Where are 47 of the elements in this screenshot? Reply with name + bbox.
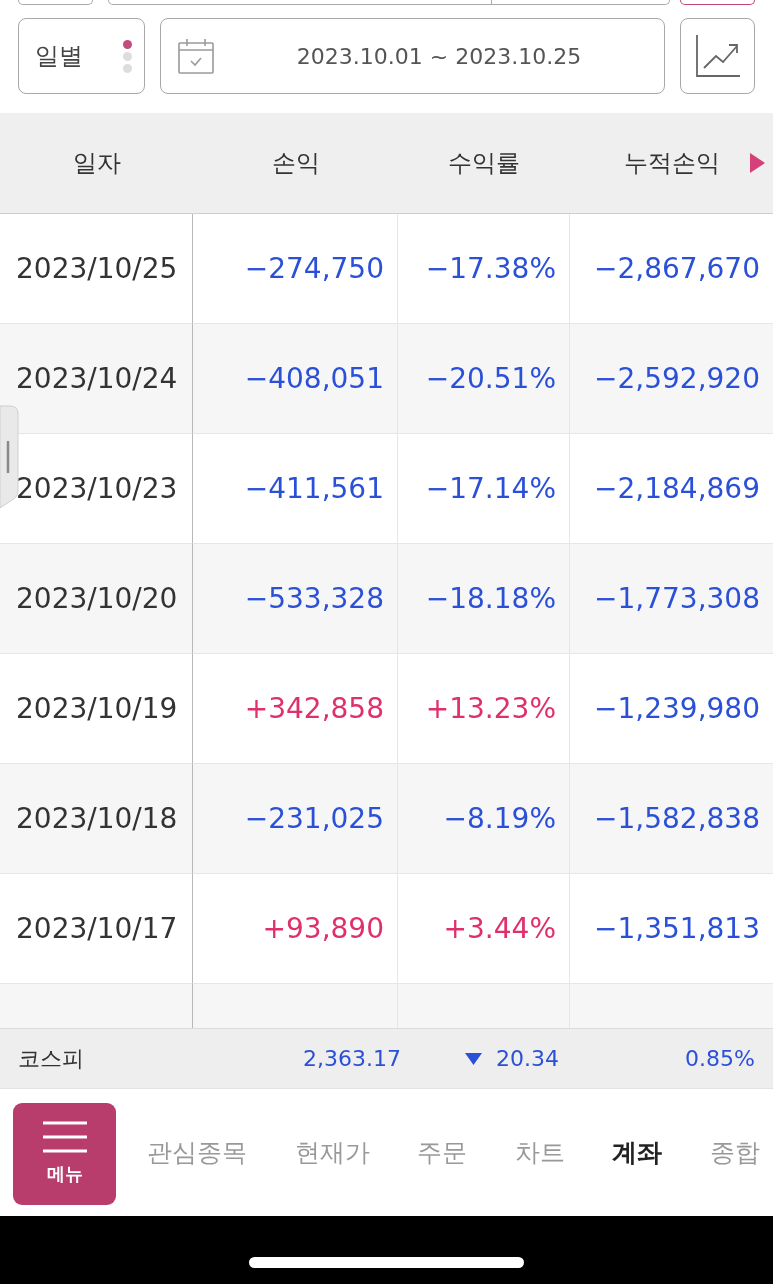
table-cell: −533,328 <box>193 544 398 654</box>
index-value: 2,363.17 <box>303 1046 401 1071</box>
table-cell: 2023/10/18 <box>0 764 193 874</box>
table-cell: −1,773,308 <box>570 544 773 654</box>
column-header: 손익 <box>271 149 320 177</box>
nav-tab[interactable]: 주문 <box>417 1136 468 1169</box>
table-cell: +342,858 <box>193 654 398 764</box>
table-cell: −20.51% <box>398 324 570 434</box>
calendar-icon <box>178 38 214 74</box>
table-cell: −231,025 <box>193 764 398 874</box>
side-handle[interactable] <box>0 405 19 509</box>
right-triangle-icon[interactable] <box>750 153 765 173</box>
index-name: 코스피 <box>18 1044 84 1073</box>
table-cell: −17.38% <box>398 214 570 324</box>
index-change-rate: 0.85% <box>685 1046 755 1071</box>
nav-tab[interactable]: 종합 <box>709 1136 760 1169</box>
table-cell: −2,592,920 <box>570 324 773 434</box>
nav-tab[interactable]: 현재가 <box>294 1136 370 1169</box>
table-cell: +93,890 <box>193 874 398 984</box>
table-cell: 2023/10/17 <box>0 874 193 984</box>
table-cell: 2023/10/24 <box>0 324 193 434</box>
table-cell: −411,561 <box>193 434 398 544</box>
column-header: 일자 <box>72 149 121 177</box>
menu-icon <box>42 1121 87 1153</box>
nav-tab[interactable]: 계좌 <box>612 1136 663 1169</box>
table-cell: −408,051 <box>193 324 398 434</box>
menu-button[interactable]: 메뉴 <box>13 1102 116 1205</box>
column-header: 누적손익 <box>623 149 720 177</box>
table-cell: −274,750 <box>193 214 398 324</box>
line-chart-icon <box>695 35 740 77</box>
table-cell: 2023/10/20 <box>0 544 193 654</box>
nav-tab[interactable]: 차트 <box>514 1136 565 1169</box>
table-cell: −17.14% <box>398 434 570 544</box>
table-cell: 2023/10/19 <box>0 654 193 764</box>
table-cell: −18.18% <box>398 544 570 654</box>
table-cell: +3.44% <box>398 874 570 984</box>
nav-tab[interactable]: 관심종목 <box>147 1136 247 1169</box>
date-range-field[interactable]: 2023.10.01 ~ 2023.10.25 <box>160 18 665 94</box>
table-cell: −8.19% <box>398 764 570 874</box>
table-cell: 2023/10/23 <box>0 434 193 544</box>
period-button[interactable]: 일별 <box>18 18 145 94</box>
table-cell: 2023/10/25 <box>0 214 193 324</box>
index-change: 20.34 <box>496 1046 559 1071</box>
chart-button[interactable] <box>680 18 755 94</box>
column-header: 수익률 <box>448 149 520 177</box>
table-cell: −1,582,838 <box>570 764 773 874</box>
table-cell: +13.23% <box>398 654 570 764</box>
